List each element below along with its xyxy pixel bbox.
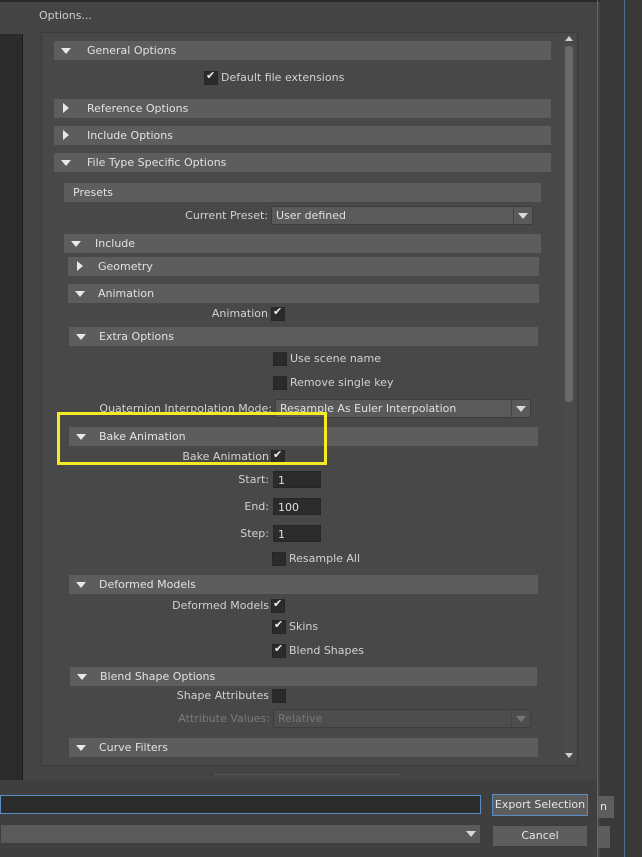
section-label: Deformed Models: [99, 578, 196, 591]
chevron-down-icon: [513, 207, 532, 224]
remove-single-key-checkbox[interactable]: [273, 376, 287, 390]
cancel-button[interactable]: Cancel: [492, 825, 588, 847]
default-file-extensions-label: Default file extensions: [221, 71, 345, 84]
section-label: File Type Specific Options: [87, 156, 227, 169]
right-edge-panel: [600, 0, 642, 857]
vertical-scrollbar[interactable]: [563, 34, 576, 764]
collapse-triangle-icon: [76, 738, 88, 757]
chevron-down-icon: [511, 400, 530, 417]
step-label: Step:: [240, 527, 269, 540]
deformed-models-checkbox[interactable]: [271, 597, 285, 613]
section-include-options[interactable]: Include Options: [54, 126, 551, 145]
attribute-values-label: Attribute Values:: [178, 712, 270, 725]
left-panel: [0, 34, 23, 780]
shape-attributes-label: Shape Attributes: [176, 689, 269, 702]
options-scroll-area: General Options Default file extensions …: [41, 32, 578, 766]
end-label: End:: [244, 500, 269, 513]
blend-shapes-label: Blend Shapes: [289, 644, 364, 657]
section-geometry[interactable]: Geometry: [68, 257, 539, 276]
blend-shapes-checkbox[interactable]: [272, 642, 286, 658]
attribute-values-value: Relative: [278, 712, 323, 725]
section-general-options[interactable]: General Options: [54, 41, 551, 60]
section-file-type-specific-options[interactable]: File Type Specific Options: [54, 153, 551, 172]
chevron-down-icon: [466, 831, 476, 837]
section-label: Geometry: [98, 260, 153, 273]
collapse-triangle-icon: [61, 41, 73, 60]
end-input[interactable]: 100: [273, 498, 321, 515]
section-curve-filters[interactable]: Curve Filters: [69, 738, 538, 757]
shape-attributes-checkbox[interactable]: [272, 689, 286, 703]
section-blend-shape-options[interactable]: Blend Shape Options: [70, 667, 537, 686]
right-border-line-2: [624, 0, 625, 857]
file-type-select[interactable]: [0, 824, 481, 844]
section-reference-options[interactable]: Reference Options: [54, 99, 551, 118]
current-preset-dropdown[interactable]: User defined: [271, 206, 533, 225]
section-deformed-models[interactable]: Deformed Models: [69, 575, 538, 594]
animation-checkbox[interactable]: [271, 305, 285, 321]
collapse-triangle-icon: [61, 153, 73, 172]
section-label: General Options: [87, 44, 177, 57]
section-label: Blend Shape Options: [100, 670, 216, 683]
section-label: Include Options: [87, 129, 173, 142]
current-preset-value: User defined: [276, 209, 346, 222]
skins-label: Skins: [289, 620, 319, 633]
expand-triangle-icon: [61, 126, 73, 145]
scrollbar-thumb[interactable]: [565, 46, 573, 402]
resample-all-checkbox[interactable]: [272, 552, 286, 566]
use-scene-name-checkbox[interactable]: [273, 352, 287, 366]
section-label: Reference Options: [87, 102, 189, 115]
section-label: Presets: [73, 186, 114, 199]
section-label: Animation: [98, 287, 155, 300]
section-extra-options[interactable]: Extra Options: [69, 327, 538, 346]
partial-edge-button[interactable]: n: [598, 796, 614, 818]
skins-checkbox[interactable]: [272, 618, 286, 634]
default-file-extensions-checkbox[interactable]: [204, 69, 218, 85]
start-input[interactable]: 1: [273, 471, 321, 488]
annotation-highlight-box: [57, 412, 327, 465]
animation-label: Animation: [211, 307, 268, 320]
expand-triangle-icon: [61, 99, 73, 118]
use-scene-name-label: Use scene name: [290, 352, 382, 365]
attribute-values-dropdown[interactable]: Relative: [273, 709, 531, 728]
file-name-input[interactable]: [0, 795, 481, 814]
collapse-triangle-icon: [75, 284, 87, 303]
remove-single-key-label: Remove single key: [290, 376, 394, 389]
collapse-triangle-icon: [76, 575, 88, 594]
collapse-triangle-icon: [76, 327, 88, 346]
right-border-line: [597, 0, 598, 857]
export-selection-button[interactable]: Export Selection: [492, 794, 588, 816]
section-presets[interactable]: Presets: [64, 183, 541, 202]
collapse-triangle-icon: [71, 234, 83, 253]
section-include[interactable]: Include: [64, 234, 541, 253]
resample-all-label: Resample All: [289, 552, 361, 565]
step-input[interactable]: 1: [273, 525, 321, 542]
resize-divider[interactable]: [215, 774, 400, 776]
collapse-triangle-icon: [77, 667, 89, 686]
section-label: Include: [95, 237, 136, 250]
section-label: Extra Options: [99, 330, 174, 343]
current-preset-label: Current Preset:: [185, 209, 268, 222]
expand-triangle-icon: [75, 257, 87, 276]
section-animation[interactable]: Animation: [68, 284, 539, 303]
top-bar: [0, 0, 600, 2]
start-label: Start:: [238, 473, 269, 486]
chevron-down-icon: [511, 710, 530, 727]
options-title: Options...: [39, 9, 92, 22]
partial-edge-button-2[interactable]: [598, 826, 610, 848]
deformed-models-label: Deformed Models: [172, 599, 269, 612]
section-label: Curve Filters: [99, 741, 168, 754]
